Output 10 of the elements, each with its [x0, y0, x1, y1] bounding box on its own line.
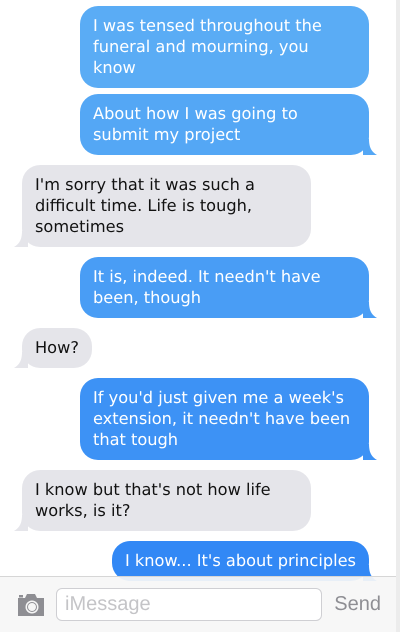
- send-button[interactable]: Send: [332, 593, 381, 616]
- bubble-tail: [14, 231, 28, 247]
- camera-icon[interactable]: [16, 592, 46, 616]
- message-bubble: I was tensed throughout the funeral and mourning, you know: [80, 6, 369, 88]
- bubble-tail: [363, 302, 377, 318]
- bubble-tail: [363, 444, 377, 460]
- message-input[interactable]: iMessage: [56, 588, 322, 621]
- bubble-tail: [14, 515, 28, 531]
- bubble-tail: [363, 139, 377, 155]
- bubble-tail: [14, 352, 28, 368]
